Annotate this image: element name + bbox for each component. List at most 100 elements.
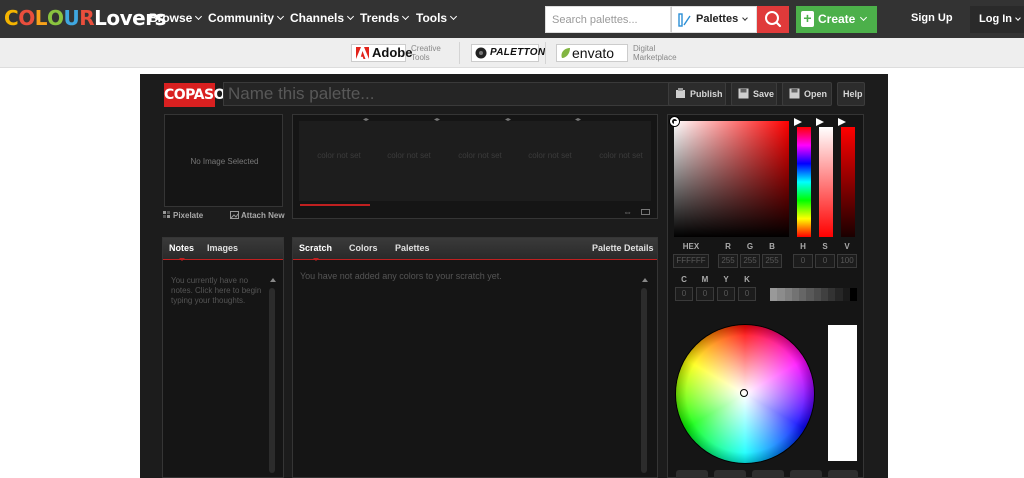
tab-notes[interactable]: Notes [169,243,194,261]
scratch-scrollbar[interactable] [641,288,647,473]
scroll-up-icon[interactable] [270,278,276,282]
tab-scratch[interactable]: Scratch [299,243,332,261]
wheel-cursor[interactable] [740,389,748,397]
swatch-resize-handle-3[interactable]: ◂▸ [505,116,511,123]
picker-mode-button-1[interactable] [676,470,708,478]
partner-adobe-link[interactable]: Adobe [351,44,412,62]
gray-swatch[interactable] [842,288,850,301]
h-field[interactable]: 0 [793,254,813,268]
notes-tabbar: Notes Images [163,238,283,261]
gray-swatch[interactable] [799,288,807,301]
swatch-3[interactable]: color not set [450,151,510,177]
publish-button[interactable]: Publish [668,82,726,106]
search-button[interactable] [757,6,789,33]
signup-link[interactable]: Sign Up [911,12,953,24]
open-button[interactable]: Open [782,82,832,106]
tab-images[interactable]: Images [207,243,238,253]
nav-tools[interactable]: Tools [416,11,458,25]
attach-new-button[interactable]: Attach New [230,211,285,220]
k-field[interactable]: 0 [738,287,756,301]
hex-field[interactable]: FFFFFF [673,254,709,268]
nav-trends[interactable]: Trends [360,11,410,25]
picker-mode-button-5[interactable] [828,470,858,478]
grayscale-strip[interactable] [770,288,857,301]
gray-swatch[interactable] [791,288,799,301]
partner-adobe-name: Adobe [372,45,413,60]
search-input[interactable] [545,6,671,33]
pixelate-icon [163,211,170,218]
nav-channels[interactable]: Channels [290,11,355,25]
gray-swatch[interactable] [777,288,785,301]
partner-envato-link[interactable]: envato [556,44,628,62]
nav-community[interactable]: Community [208,11,285,25]
picker-mode-button-2[interactable] [714,470,746,478]
login-button[interactable]: Log In [970,6,1024,33]
scroll-up-icon[interactable] [642,278,648,282]
b-field[interactable]: 255 [762,254,782,268]
s-field[interactable]: 0 [815,254,835,268]
r-field[interactable]: 255 [718,254,738,268]
saturation-slider[interactable] [819,127,833,237]
partner-paletton-link[interactable]: PALETTON [471,44,545,62]
logo-letter: C [4,6,19,30]
y-field[interactable]: 0 [717,287,735,301]
m-field[interactable]: 0 [696,287,714,301]
g-field[interactable]: 255 [740,254,760,268]
help-button[interactable]: Help [837,82,865,106]
image-panel[interactable]: No Image Selected [164,114,283,207]
hue-marker-icon[interactable] [793,117,803,127]
swatch-5[interactable]: color not set [591,151,651,177]
swatch-4[interactable]: color not set [520,151,580,177]
chevron-down-icon [1015,15,1021,21]
notes-scrollbar[interactable] [269,288,275,473]
notes-panel: Notes Images You currently have no notes… [162,237,284,478]
save-label: Save [753,89,775,99]
paletton-logo-icon [475,47,487,59]
palette-swatch-area[interactable]: color not set color not set color not se… [299,121,651,201]
adobe-logo-icon [356,47,369,59]
chevron-down-icon [450,12,458,21]
picker-mode-button-3[interactable] [752,470,784,478]
saturation-marker-icon[interactable] [815,117,825,127]
save-button[interactable]: Save [731,82,777,106]
value-slider[interactable] [841,127,855,237]
colourlovers-logo[interactable]: COLOURLovers [4,6,167,30]
search-type-select[interactable]: Palettes [671,6,757,33]
hue-slider[interactable] [797,127,811,237]
tab-palette-details[interactable]: Palette Details [592,243,654,253]
nav-browse[interactable]: Browse [149,11,203,25]
tab-palettes[interactable]: Palettes [395,243,430,253]
partner-divider [459,42,460,64]
picker-mode-button-4[interactable] [790,470,822,478]
color-wheel[interactable] [676,325,814,463]
gray-swatch[interactable] [849,288,857,301]
notes-text[interactable]: You currently have no notes. Click here … [171,276,269,306]
swatch-2[interactable]: color not set [379,151,439,177]
gray-swatch[interactable] [806,288,814,301]
gray-swatch[interactable] [813,288,821,301]
saturation-value-field[interactable] [670,117,789,237]
gray-swatch[interactable] [828,288,836,301]
v-field[interactable]: 100 [837,254,857,268]
palette-swatch-panel: color not set color not set color not se… [292,114,658,219]
swatch-resize-handle-4[interactable]: ◂▸ [575,116,581,123]
expand-view-icon[interactable] [641,209,650,215]
open-icon [789,88,800,99]
gray-swatch[interactable] [835,288,843,301]
gray-swatch[interactable] [784,288,792,301]
swatch-resize-handle-1[interactable]: ◂▸ [363,116,369,123]
swap-arrows-icon[interactable]: ⇔ [623,208,632,217]
partner-adobe-tagline-2: Tools [411,53,430,62]
c-field[interactable]: 0 [675,287,693,301]
gray-swatch[interactable] [770,288,778,301]
swatch-1[interactable]: color not set [309,151,369,177]
envato-leaf-icon [561,48,570,58]
pixelate-button[interactable]: Pixelate [163,211,203,220]
value-marker-icon[interactable] [837,117,847,127]
create-button[interactable]: Create [796,6,877,33]
tab-colors[interactable]: Colors [349,243,378,253]
gray-swatch[interactable] [820,288,828,301]
logo-letter: O [18,6,35,30]
sv-cursor[interactable] [670,117,679,126]
swatch-resize-handle-2[interactable]: ◂▸ [434,116,440,123]
